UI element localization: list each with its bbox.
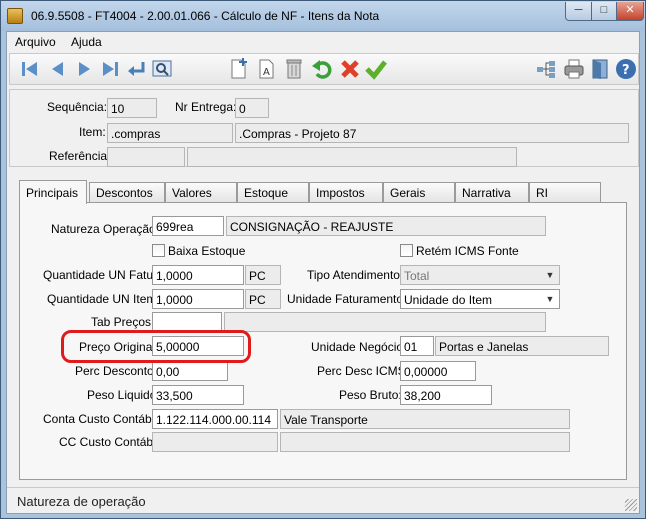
status-bar: Natureza de operação (7, 487, 639, 513)
resize-grip-icon[interactable] (625, 499, 637, 511)
first-record-icon[interactable] (18, 57, 42, 81)
conta-custo-contabil-description: Vale Transporte (280, 409, 570, 429)
tab-descontos[interactable]: Descontos (89, 182, 165, 202)
retem-icms-fonte-label: Retém ICMS Fonte (416, 244, 519, 258)
maximize-button[interactable]: □ (591, 2, 617, 21)
unidade-faturamento-label: Unidade Faturamento: (287, 292, 407, 306)
previous-record-icon[interactable] (46, 57, 70, 81)
natureza-operacao-label: Natureza Operação: (51, 222, 160, 236)
exit-icon[interactable] (588, 57, 612, 81)
new-document-icon[interactable] (226, 57, 250, 81)
quantidade-un-item-label: Quantidade UN Item: (47, 292, 160, 306)
perc-desc-icms-field[interactable]: 0,00000 (400, 361, 476, 381)
tab-precos-label: Tab Preços: (91, 315, 155, 329)
status-text: Natureza de operação (17, 494, 146, 509)
menu-arquivo[interactable]: Arquivo (15, 35, 56, 49)
preco-original-highlight (61, 330, 251, 363)
window-title: 06.9.5508 - FT4004 - 2.00.01.066 - Cálcu… (31, 9, 380, 23)
referencia-description-field (187, 147, 517, 167)
item-description-field: .Compras - Projeto 87 (235, 123, 629, 143)
tab-precos-field[interactable] (152, 312, 222, 332)
peso-bruto-field[interactable]: 38,200 (400, 385, 492, 405)
tab-gerais[interactable]: Gerais (383, 182, 455, 202)
app-icon (7, 8, 23, 24)
close-button[interactable]: ✕ (616, 2, 644, 21)
sequencia-field[interactable]: 10 (107, 98, 157, 118)
tab-ri[interactable]: RI (529, 182, 601, 202)
search-icon[interactable] (150, 57, 174, 81)
tab-valores[interactable]: Valores (165, 182, 237, 202)
referencia-label: Referência: (49, 149, 111, 163)
tab-principais[interactable]: Principais (19, 180, 87, 204)
tab-narrativa[interactable]: Narrativa (455, 182, 529, 202)
peso-liquido-label: Peso Liquido: (87, 388, 160, 402)
menu-bar: Arquivo Ajuda (7, 32, 639, 52)
conta-custo-contabil-label: Conta Custo Contábil: (43, 412, 161, 426)
copy-document-icon[interactable]: A (254, 57, 278, 81)
item-label: Item: (79, 125, 106, 139)
unidade-faturamento-select[interactable]: Unidade do Item ▼ (400, 289, 560, 309)
tipo-atendimento-select[interactable]: Total ▼ (400, 265, 560, 285)
sequencia-label: Sequência: (47, 100, 108, 114)
last-record-icon[interactable] (98, 57, 122, 81)
delete-icon[interactable] (282, 57, 306, 81)
quantidade-un-fatur-unit: PC (245, 265, 281, 285)
chevron-down-icon: ▼ (545, 294, 555, 304)
go-to-icon[interactable] (124, 57, 148, 81)
natureza-operacao-field[interactable]: 699rea (152, 216, 224, 236)
chevron-down-icon: ▼ (545, 270, 555, 280)
baixa-estoque-checkbox[interactable] (152, 244, 165, 257)
help-icon[interactable]: ? (614, 57, 638, 81)
undo-icon[interactable] (310, 57, 334, 81)
natureza-operacao-description: CONSIGNAÇÃO - REAJUSTE (226, 216, 546, 236)
client-area: Arquivo Ajuda A ? Sequência: 10 Nr Entre… (6, 31, 640, 514)
tipo-atendimento-value: Total (404, 269, 430, 283)
peso-bruto-label: Peso Bruto: (339, 388, 402, 402)
tab-precos-description (224, 312, 546, 332)
next-record-icon[interactable] (72, 57, 96, 81)
retem-icms-fonte-checkbox[interactable] (400, 244, 413, 257)
quantidade-un-fatur-field[interactable]: 1,0000 (152, 265, 244, 285)
nr-entrega-field[interactable]: 0 (235, 98, 269, 118)
cc-custo-contabil-description (280, 432, 570, 452)
toolbar: A ? (9, 53, 639, 85)
perc-desconto-label: Perc Desconto: (75, 364, 158, 378)
title-bar[interactable]: 06.9.5508 - FT4004 - 2.00.01.066 - Cálcu… (1, 1, 645, 31)
confirm-icon[interactable] (364, 57, 388, 81)
unidade-negocio-label: Unidade Negócio: (311, 340, 407, 354)
referencia-field[interactable] (107, 147, 185, 167)
tree-icon[interactable] (534, 57, 558, 81)
perc-desc-icms-label: Perc Desc ICMS: (317, 364, 410, 378)
print-icon[interactable] (562, 57, 586, 81)
cc-custo-contabil-field[interactable] (152, 432, 278, 452)
peso-liquido-field[interactable]: 33,500 (152, 385, 244, 405)
baixa-estoque-label: Baixa Estoque (168, 244, 246, 258)
tipo-atendimento-label: Tipo Atendimento: (307, 268, 404, 282)
minimize-button[interactable]: ─ (565, 2, 592, 21)
conta-custo-contabil-field[interactable]: 1.122.114.000.00.114 (152, 409, 278, 429)
cc-custo-contabil-label: CC Custo Contábil: (59, 435, 162, 449)
svg-text:?: ? (622, 63, 630, 78)
item-code-field[interactable]: .compras (107, 123, 233, 143)
unidade-faturamento-value: Unidade do Item (404, 293, 493, 307)
quantidade-un-fatur-label: Quantidade UN Fatur: (43, 268, 161, 282)
svg-text:A: A (263, 67, 270, 78)
nr-entrega-label: Nr Entrega: (175, 100, 237, 114)
perc-desconto-field[interactable]: 0,00 (152, 361, 228, 381)
quantidade-un-item-field[interactable]: 1,0000 (152, 289, 244, 309)
cancel-icon[interactable] (338, 57, 362, 81)
unidade-negocio-field[interactable]: 01 (400, 336, 434, 356)
quantidade-un-item-unit: PC (245, 289, 281, 309)
tab-estoque[interactable]: Estoque (237, 182, 309, 202)
menu-ajuda[interactable]: Ajuda (71, 35, 102, 49)
tab-impostos[interactable]: Impostos (309, 182, 383, 202)
unidade-negocio-description: Portas e Janelas (435, 336, 609, 356)
app-window: 06.9.5508 - FT4004 - 2.00.01.066 - Cálcu… (0, 0, 646, 519)
